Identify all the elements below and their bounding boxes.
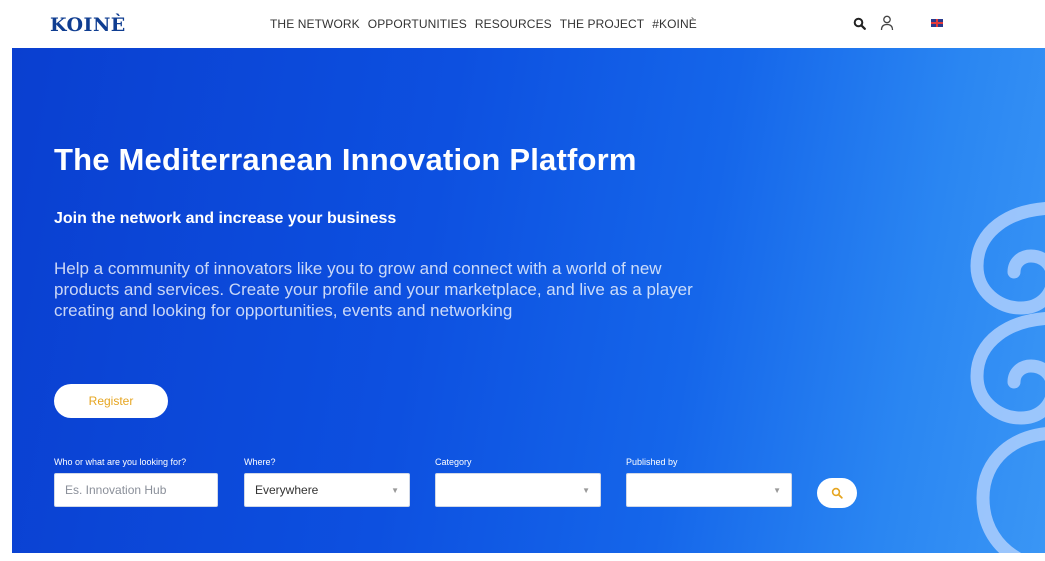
nav-item-project[interactable]: THE PROJECT [560,17,644,31]
where-select[interactable]: Everywhere ▼ [244,473,410,507]
nav-item-koine[interactable]: #KOINÈ [652,17,697,31]
where-value: Everywhere [255,483,319,497]
published-select[interactable]: ▼ [626,473,792,507]
chevron-down-icon: ▼ [582,485,590,495]
nav-item-resources[interactable]: RESOURCES [475,17,552,31]
site-header: KOINÈ THE NETWORK OPPORTUNITIES RESOURCE… [0,0,1045,48]
who-field-wrap [54,473,218,507]
where-label: Where? [244,457,276,467]
hero-title: The Mediterranean Innovation Platform [54,142,637,177]
hero-description: Help a community of innovators like you … [54,259,693,320]
who-input[interactable] [55,474,217,506]
search-icon[interactable] [848,12,870,34]
hero-banner: The Mediterranean Innovation Platform Jo… [12,48,1045,553]
who-label: Who or what are you looking for? [54,457,187,467]
main-nav: THE NETWORK OPPORTUNITIES RESOURCES THE … [270,17,697,31]
logo[interactable]: KOINÈ [50,14,126,36]
wave-decoration [970,202,1045,553]
published-label: Published by [626,457,678,467]
nav-item-network[interactable]: THE NETWORK [270,17,360,31]
search-submit-button[interactable] [817,478,857,508]
category-label: Category [435,457,472,467]
chevron-down-icon: ▼ [773,485,781,495]
page-bottom [0,553,1045,561]
nav-item-opportunities[interactable]: OPPORTUNITIES [368,17,467,31]
register-button[interactable]: Register [54,384,168,418]
hero-subtitle: Join the network and increase your busin… [54,210,397,227]
category-select[interactable]: ▼ [435,473,601,507]
search-icon [831,487,843,499]
uk-flag-icon[interactable] [926,19,948,27]
header-actions [848,12,948,34]
chevron-down-icon: ▼ [391,485,399,495]
user-icon[interactable] [876,12,898,34]
